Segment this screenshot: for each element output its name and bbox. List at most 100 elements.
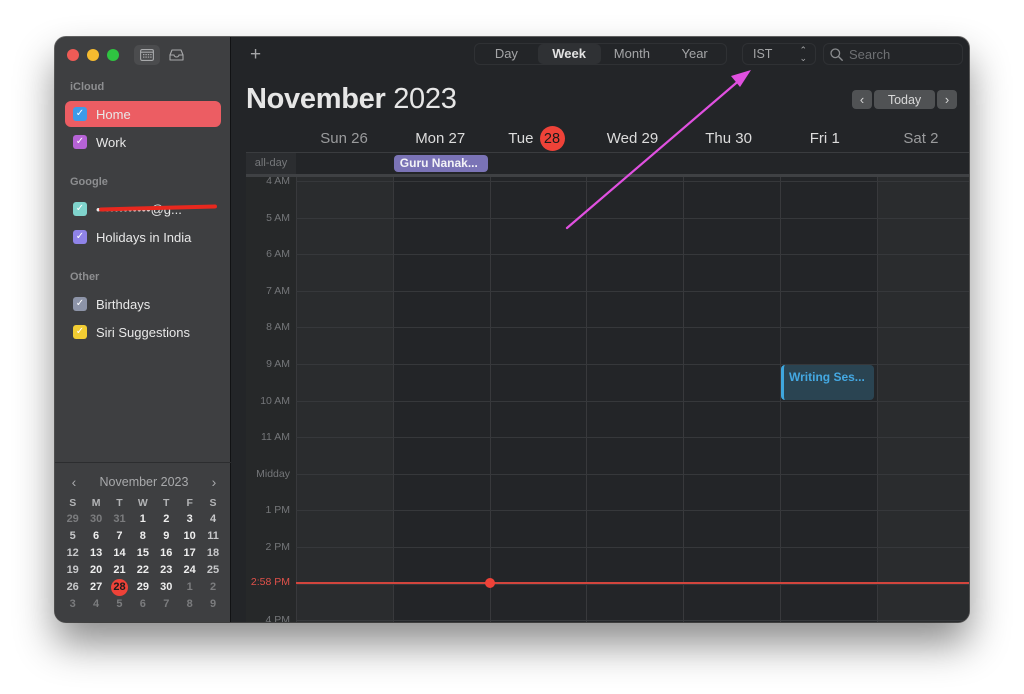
add-event-button[interactable]: + bbox=[250, 44, 261, 66]
mini-calendar: ‹ November 2023 › S M T W T F S 29 30 31 1 2 3 4 5 6 7 8 9… bbox=[55, 462, 231, 613]
mini-calendar-day[interactable]: 12 bbox=[61, 545, 84, 562]
mini-calendar-day[interactable]: 24 bbox=[178, 562, 201, 579]
view-tab-year[interactable]: Year bbox=[663, 44, 726, 64]
mini-calendar-day[interactable]: 20 bbox=[84, 562, 107, 579]
mini-calendar-day[interactable]: 16 bbox=[155, 545, 178, 562]
sidebar-calendar-item[interactable]: ✓ Work bbox=[65, 129, 221, 155]
calendar-event[interactable]: Writing Ses... bbox=[781, 365, 874, 400]
hour-label: 7 AM bbox=[266, 284, 290, 297]
day-column[interactable] bbox=[489, 177, 587, 622]
mini-calendar-day[interactable]: 9 bbox=[201, 596, 224, 613]
calendars-toggle-button[interactable] bbox=[134, 45, 160, 65]
hour-gridline bbox=[296, 290, 969, 292]
mini-calendar-day[interactable]: 7 bbox=[108, 528, 131, 545]
all-day-event[interactable]: Guru Nanak... bbox=[393, 155, 488, 172]
mini-calendar-day[interactable]: 13 bbox=[84, 545, 107, 562]
calendar-checkbox[interactable]: ✓ bbox=[73, 135, 87, 149]
sidebar: iCloud ✓ Home ✓ Work Google ✓••••••••••••@g...… bbox=[55, 37, 231, 622]
view-tab-month[interactable]: Month bbox=[601, 44, 664, 64]
mini-calendar-next-button[interactable]: › bbox=[207, 474, 221, 490]
sidebar-calendar-item[interactable]: ✓••••••••••••@g... bbox=[65, 196, 221, 222]
close-window-button[interactable] bbox=[67, 49, 79, 61]
day-header-tue[interactable]: Tue 28 bbox=[488, 125, 584, 152]
mini-calendar-day[interactable]: 31 bbox=[108, 511, 131, 528]
day-date: 1 bbox=[831, 130, 840, 147]
mini-calendar-day[interactable]: 5 bbox=[108, 596, 131, 613]
mini-calendar-day[interactable]: 2 bbox=[155, 511, 178, 528]
mini-calendar-day[interactable]: 22 bbox=[131, 562, 154, 579]
mini-calendar-day[interactable]: 21 bbox=[108, 562, 131, 579]
day-column[interactable] bbox=[586, 177, 683, 622]
mini-calendar-day[interactable]: 11 bbox=[201, 528, 224, 545]
maximize-window-button[interactable] bbox=[107, 49, 119, 61]
sidebar-calendar-item[interactable]: ✓ Holidays in India bbox=[65, 224, 221, 250]
mini-calendar-day[interactable]: 7 bbox=[155, 596, 178, 613]
day-column[interactable] bbox=[683, 177, 780, 622]
week-grid[interactable]: 4 AM 5 AM 6 AM 7 AM 8 AM 9 AM 10 AM 11 AM Midday… bbox=[246, 177, 969, 622]
mini-calendar-day[interactable]: 17 bbox=[178, 545, 201, 562]
window-controls bbox=[67, 49, 119, 61]
mini-calendar-day[interactable]: 8 bbox=[178, 596, 201, 613]
minimize-window-button[interactable] bbox=[87, 49, 99, 61]
mini-calendar-day[interactable]: 30 bbox=[84, 511, 107, 528]
today-button[interactable]: Today bbox=[874, 90, 935, 109]
view-tab-week[interactable]: Week bbox=[537, 44, 601, 64]
mini-calendar-prev-button[interactable]: ‹ bbox=[67, 474, 81, 490]
day-header-fri[interactable]: Fri 1 bbox=[777, 125, 873, 152]
mini-calendar-day[interactable]: 14 bbox=[108, 545, 131, 562]
sidebar-calendar-item[interactable]: ✓ Birthdays bbox=[65, 291, 221, 317]
mini-calendar-day[interactable]: 1 bbox=[178, 579, 201, 596]
search-field[interactable] bbox=[823, 43, 963, 65]
timezone-select[interactable]: IST ⌃ ⌄ bbox=[742, 43, 816, 65]
mini-calendar-title: November 2023 bbox=[99, 475, 189, 489]
hour-label: 6 AM bbox=[266, 248, 290, 261]
mini-calendar-day[interactable]: 30 bbox=[155, 579, 178, 596]
mini-calendar-day[interactable]: 6 bbox=[131, 596, 154, 613]
mini-calendar-day[interactable]: 8 bbox=[131, 528, 154, 545]
day-header-mon[interactable]: Mon 27 bbox=[392, 125, 488, 152]
mini-calendar-day[interactable]: 29 bbox=[131, 579, 154, 596]
calendar-checkbox[interactable]: ✓ bbox=[73, 202, 87, 216]
mini-calendar-day[interactable]: 3 bbox=[178, 511, 201, 528]
sidebar-calendar-item[interactable]: ✓ Siri Suggestions bbox=[65, 319, 221, 345]
day-header-wed[interactable]: Wed 29 bbox=[584, 125, 680, 152]
view-tab-day[interactable]: Day bbox=[475, 44, 538, 64]
mini-calendar-day[interactable]: 4 bbox=[201, 511, 224, 528]
day-column[interactable] bbox=[876, 177, 969, 622]
calendar-checkbox[interactable]: ✓ bbox=[73, 325, 87, 339]
day-header-sat[interactable]: Sat 2 bbox=[873, 125, 969, 152]
hour-label: 4 PM bbox=[265, 614, 290, 622]
mini-calendar-day[interactable]: 25 bbox=[201, 562, 224, 579]
mini-calendar-day[interactable]: 27 bbox=[84, 579, 107, 596]
mini-calendar-today[interactable]: 28 bbox=[108, 579, 131, 596]
mini-calendar-day[interactable]: 5 bbox=[61, 528, 84, 545]
inbox-button[interactable] bbox=[163, 45, 189, 65]
mini-calendar-day[interactable]: 19 bbox=[61, 562, 84, 579]
mini-calendar-day[interactable]: 23 bbox=[155, 562, 178, 579]
mini-calendar-day[interactable]: 2 bbox=[201, 579, 224, 596]
mini-calendar-day[interactable]: 29 bbox=[61, 511, 84, 528]
inbox-icon bbox=[168, 49, 184, 61]
mini-calendar-day[interactable]: 3 bbox=[61, 596, 84, 613]
mini-calendar-day[interactable]: 18 bbox=[201, 545, 224, 562]
mini-calendar-day[interactable]: 6 bbox=[84, 528, 107, 545]
day-header-sun[interactable]: Sun 26 bbox=[296, 125, 392, 152]
previous-week-button[interactable]: ‹ bbox=[852, 90, 872, 109]
calendar-icon bbox=[140, 49, 154, 61]
mini-calendar-day[interactable]: 10 bbox=[178, 528, 201, 545]
calendar-checkbox[interactable]: ✓ bbox=[73, 297, 87, 311]
calendar-checkbox[interactable]: ✓ bbox=[73, 107, 87, 121]
mini-calendar-day[interactable]: 26 bbox=[61, 579, 84, 596]
calendar-checkbox[interactable]: ✓ bbox=[73, 230, 87, 244]
mini-calendar-day[interactable]: 15 bbox=[131, 545, 154, 562]
day-header-thu[interactable]: Thu 30 bbox=[681, 125, 777, 152]
hour-gridline bbox=[296, 181, 969, 182]
day-column[interactable] bbox=[296, 177, 393, 622]
sidebar-calendar-item[interactable]: ✓ Home bbox=[65, 101, 221, 127]
mini-calendar-day[interactable]: 1 bbox=[131, 511, 154, 528]
mini-calendar-day[interactable]: 9 bbox=[155, 528, 178, 545]
next-week-button[interactable]: › bbox=[937, 90, 957, 109]
search-input[interactable] bbox=[849, 46, 949, 62]
day-column[interactable] bbox=[392, 177, 490, 622]
mini-calendar-day[interactable]: 4 bbox=[84, 596, 107, 613]
